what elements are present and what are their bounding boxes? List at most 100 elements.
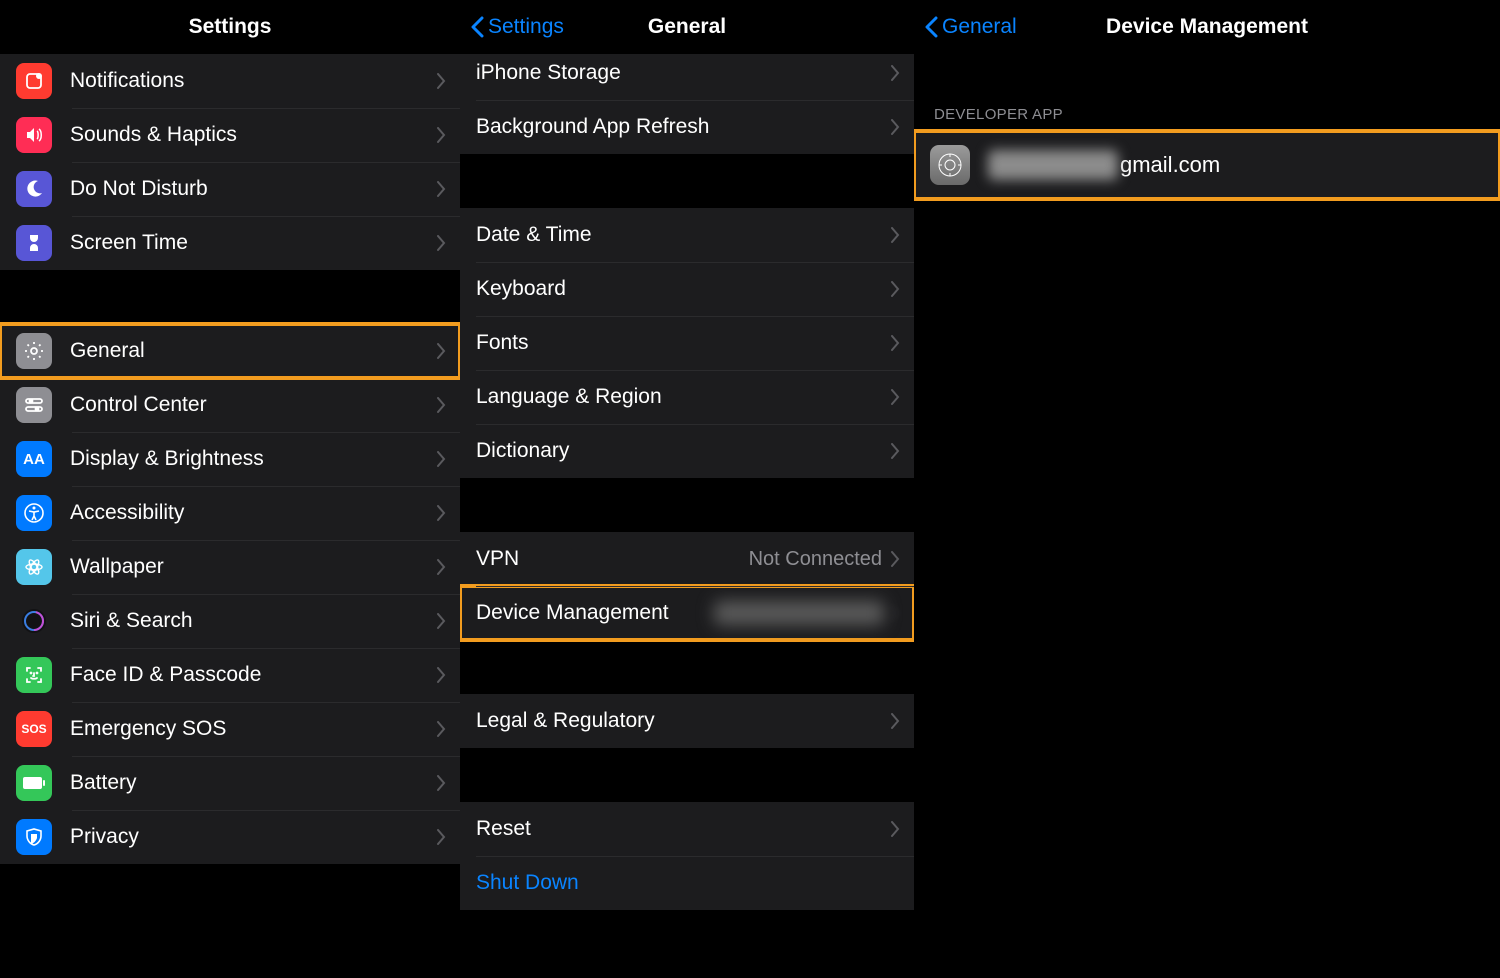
back-label: Settings	[488, 15, 564, 39]
chevron-right-icon	[890, 65, 900, 81]
row-battery[interactable]: Battery	[0, 756, 460, 810]
devmgmt-list: DEVELOPER APP gmail.com	[914, 54, 1500, 978]
display-icon: AA	[16, 441, 52, 477]
page-title: Device Management	[1106, 15, 1308, 39]
row-label: Keyboard	[476, 277, 890, 301]
row-label: Display & Brightness	[70, 447, 436, 471]
chevron-right-icon	[436, 775, 446, 791]
row-label: Siri & Search	[70, 609, 436, 633]
row-label: Background App Refresh	[476, 115, 890, 139]
row-control-center[interactable]: Control Center	[0, 378, 460, 432]
row-fonts[interactable]: Fonts	[460, 316, 914, 370]
general-topbar: Settings General	[460, 0, 914, 54]
settings-list: Notifications Sounds & Haptics Do Not Dist…	[0, 54, 460, 978]
developer-email-suffix: gmail.com	[1120, 152, 1220, 178]
device-management-panel: General Device Management DEVELOPER APP …	[914, 0, 1500, 978]
chevron-right-icon	[890, 119, 900, 135]
row-do-not-disturb[interactable]: Do Not Disturb	[0, 162, 460, 216]
row-label: iPhone Storage	[476, 61, 890, 85]
row-label: Do Not Disturb	[70, 177, 436, 201]
row-label: Accessibility	[70, 501, 436, 525]
row-notifications[interactable]: Notifications	[0, 54, 460, 108]
row-device-management[interactable]: Device Management	[460, 586, 914, 640]
wallpaper-icon	[16, 549, 52, 585]
general-panel: Settings General iPhone Storage Backgroun…	[460, 0, 914, 978]
notifications-icon	[16, 63, 52, 99]
chevron-right-icon	[436, 829, 446, 845]
row-legal-regulatory[interactable]: Legal & Regulatory	[460, 694, 914, 748]
chevron-right-icon	[890, 551, 900, 567]
chevron-right-icon	[436, 559, 446, 575]
siri-icon	[16, 603, 52, 639]
settings-panel: Settings Notifications Sounds & Haptics Do…	[0, 0, 460, 978]
chevron-right-icon	[436, 235, 446, 251]
chevron-right-icon	[436, 451, 446, 467]
redacted-detail	[714, 601, 884, 625]
sounds-icon	[16, 117, 52, 153]
settings-topbar: Settings	[0, 0, 460, 54]
chevron-right-icon	[890, 281, 900, 297]
row-screen-time[interactable]: Screen Time	[0, 216, 460, 270]
row-face-id-passcode[interactable]: Face ID & Passcode	[0, 648, 460, 702]
developer-profile-row[interactable]: gmail.com	[914, 131, 1500, 199]
chevron-right-icon	[436, 73, 446, 89]
page-title: Settings	[189, 15, 272, 39]
dnd-icon	[16, 171, 52, 207]
row-label: Legal & Regulatory	[476, 709, 890, 733]
faceid-icon	[16, 657, 52, 693]
chevron-right-icon	[890, 227, 900, 243]
row-reset[interactable]: Reset	[460, 802, 914, 856]
row-label: Device Management	[476, 601, 714, 625]
row-label: Sounds & Haptics	[70, 123, 436, 147]
row-dictionary[interactable]: Dictionary	[460, 424, 914, 478]
chevron-right-icon	[890, 821, 900, 837]
chevron-right-icon	[890, 389, 900, 405]
row-date-time[interactable]: Date & Time	[460, 208, 914, 262]
row-sounds-haptics[interactable]: Sounds & Haptics	[0, 108, 460, 162]
back-to-general-button[interactable]: General	[924, 15, 1017, 39]
row-accessibility[interactable]: Accessibility	[0, 486, 460, 540]
row-wallpaper[interactable]: Wallpaper	[0, 540, 460, 594]
row-label: VPN	[476, 547, 749, 571]
back-label: General	[942, 15, 1017, 39]
row-background-app-refresh[interactable]: Background App Refresh	[460, 100, 914, 154]
redacted-email-prefix	[988, 150, 1118, 180]
privacy-icon	[16, 819, 52, 855]
chevron-right-icon	[890, 713, 900, 729]
chevron-right-icon	[890, 605, 900, 621]
chevron-right-icon	[436, 721, 446, 737]
row-label: Date & Time	[476, 223, 890, 247]
row-label: Screen Time	[70, 231, 436, 255]
chevron-right-icon	[436, 181, 446, 197]
row-label: Dictionary	[476, 439, 890, 463]
row-label: Fonts	[476, 331, 890, 355]
chevron-right-icon	[436, 505, 446, 521]
chevron-right-icon	[436, 343, 446, 359]
chevron-right-icon	[436, 127, 446, 143]
developer-app-header: DEVELOPER APP	[914, 54, 1500, 131]
row-vpn[interactable]: VPNNot Connected	[460, 532, 914, 586]
row-label: Battery	[70, 771, 436, 795]
row-privacy[interactable]: Privacy	[0, 810, 460, 864]
row-label: Control Center	[70, 393, 436, 417]
row-iphone-storage[interactable]: iPhone Storage	[460, 54, 914, 100]
row-shut-down[interactable]: Shut Down	[460, 856, 914, 910]
screentime-icon	[16, 225, 52, 261]
chevron-right-icon	[436, 613, 446, 629]
row-emergency-sos[interactable]: SOSEmergency SOS	[0, 702, 460, 756]
row-label: Wallpaper	[70, 555, 436, 579]
row-label: Face ID & Passcode	[70, 663, 436, 687]
back-to-settings-button[interactable]: Settings	[470, 15, 564, 39]
control-center-icon	[16, 387, 52, 423]
row-label: Notifications	[70, 69, 436, 93]
row-siri-search[interactable]: Siri & Search	[0, 594, 460, 648]
accessibility-icon	[16, 495, 52, 531]
row-keyboard[interactable]: Keyboard	[460, 262, 914, 316]
row-label: General	[70, 339, 436, 363]
row-detail: Not Connected	[749, 548, 882, 571]
row-general[interactable]: General	[0, 324, 460, 378]
general-list: iPhone Storage Background App Refresh Dat…	[460, 54, 914, 978]
row-language-region[interactable]: Language & Region	[460, 370, 914, 424]
row-display-brightness[interactable]: AA Display & Brightness	[0, 432, 460, 486]
row-label: Language & Region	[476, 385, 890, 409]
